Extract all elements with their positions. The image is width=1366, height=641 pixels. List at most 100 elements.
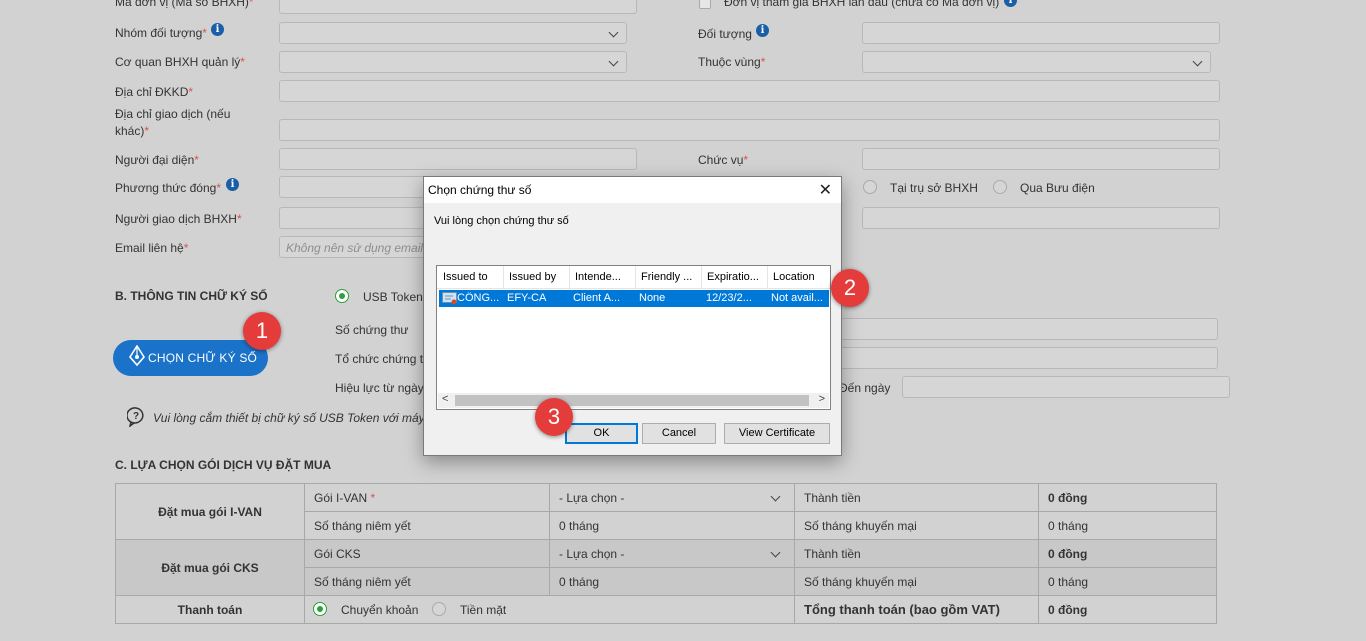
scroll-right-icon[interactable]: > [819,393,825,405]
cks-khuyen-mai-value: 0 tháng [1038,567,1217,596]
ivan-thanh-tien-value: 0 đồng [1038,483,1217,512]
table-row: Thanh toán Chuyển khoản Tiền mặt Tổng th… [115,595,1217,624]
ivan-khuyen-mai-value: 0 tháng [1038,511,1217,540]
tai-tru-so-label: Tại trụ sở BHXH [890,181,978,195]
cancel-button[interactable]: Cancel [642,423,716,444]
services-table: Đặt mua gói I-VAN Gói I-VAN * - Lựa chọn… [115,483,1217,624]
col-expiration[interactable]: Expiratio... [707,271,765,283]
close-icon[interactable]: ✕ [819,180,832,200]
info-icon[interactable]: i [1004,0,1017,7]
certificate-list-header: Issued to Issued by Intende... Friendly … [437,266,830,289]
phuong-thuc-info-icon[interactable]: i [226,178,239,191]
payment-method-cell: Chuyển khoản Tiền mặt [304,595,795,624]
phuong-thuc-input[interactable] [279,176,429,198]
doi-tuong-input[interactable] [862,22,1220,44]
cell-intended: Client A... [573,292,621,304]
nguoi-gd-input[interactable] [279,207,429,229]
co-quan-label: Cơ quan BHXH quản lý* [115,55,245,69]
phuong-thuc-label: Phương thức đóng* [115,181,222,195]
co-quan-select[interactable] [279,51,627,73]
ivan-thanh-tien-label: Thành tiền [794,483,1039,512]
pen-nib-icon [129,345,145,367]
chuyen-khoan-label: Chuyển khoản [341,603,419,617]
table-row: Đặt mua gói CKS Gói CKS - Lựa chọn - Thà… [115,539,1217,596]
cks-khuyen-mai-label: Số tháng khuyến mại [794,567,1039,596]
certificate-dialog: Chọn chứng thư số ✕ Vui lòng chọn chứng … [423,176,842,456]
first-time-label: Đơn vị tham gia BHXH lần đầu (chưa có Mã… [724,0,1000,9]
doi-tuong-label: Đối tượng [698,27,752,41]
scroll-left-icon[interactable]: < [442,393,448,405]
certificate-row[interactable]: CÔNG... EFY-CA Client A... None 12/23/2.… [439,290,829,307]
cks-thanh-tien-label: Thành tiền [794,539,1039,568]
certificate-list[interactable]: Issued to Issued by Intende... Friendly … [436,265,831,410]
col-issued-to[interactable]: Issued to [443,271,501,283]
dia-chi-gd-input[interactable] [279,119,1220,141]
den-ngay-input[interactable] [902,376,1230,398]
chuyen-khoan-radio[interactable] [313,602,327,616]
ivan-package-label: Gói I-VAN * [304,483,550,512]
to-chuc-label: Tổ chức chứng t [335,352,424,366]
tien-mat-radio[interactable] [432,602,446,616]
cks-package-label: Gói CKS [304,539,550,568]
chuc-vu-input[interactable] [862,148,1220,170]
chevron-down-icon [770,547,781,557]
doi-tuong-info-icon[interactable]: i [756,24,769,37]
dialog-message: Vui lòng chọn chứng thư số [434,215,569,227]
cks-niem-yet-label: Số tháng niêm yết [304,567,550,596]
ivan-niem-yet-value: 0 tháng [549,511,795,540]
to-chuc-input[interactable] [820,347,1218,369]
usb-token-label: USB Token [363,290,423,304]
thuoc-vung-label: Thuộc vùng* [698,55,766,69]
dia-chi-gd-label-1: Địa chỉ giao dịch (nếu [115,107,231,121]
tong-thanh-toan-label: Tổng thanh toán (bao gồm VAT) [794,595,1039,624]
ma-don-vi-input[interactable] [279,0,637,14]
cks-group-label: Đặt mua gói CKS [115,539,305,596]
thuoc-vung-select[interactable] [862,51,1211,73]
hieu-luc-label: Hiệu lực từ ngày [335,381,424,395]
col-intended[interactable]: Intende... [575,271,633,283]
usb-hint-text: Vui lòng cắm thiết bị chữ ký số USB Toke… [153,411,425,425]
ok-button[interactable]: OK [565,423,638,444]
qua-buu-dien-radio[interactable] [993,180,1007,194]
nhom-doi-tuong-info-icon[interactable]: i [211,23,224,36]
chevron-down-icon [770,491,781,501]
email-input[interactable]: Không nên sử dụng email [279,236,429,258]
col-friendly[interactable]: Friendly ... [641,271,699,283]
cell-issued-to: CÔNG... [457,292,500,304]
cell-location: Not avail... [771,292,823,304]
dia-chi-dkkd-label: Địa chỉ ĐKKD* [115,85,194,99]
step-badge-1: 1 [243,312,281,350]
ivan-package-select[interactable]: - Lựa chọn - [549,483,795,512]
dia-chi-dkkd-input[interactable] [279,80,1220,102]
first-time-checkbox[interactable] [699,0,711,9]
help-icon: ? [127,407,144,427]
col-issued-by[interactable]: Issued by [509,271,567,283]
ivan-group-label: Đặt mua gói I-VAN [115,483,305,540]
so-chung-thu-input[interactable] [820,318,1218,340]
dialog-titlebar: Chọn chứng thư số ✕ [424,177,841,203]
step-badge-2: 2 [831,269,869,307]
horizontal-scrollbar[interactable]: < > [438,393,829,408]
qua-buu-dien-label: Qua Bưu điện [1020,181,1095,195]
signature-section-title: B. THÔNG TIN CHỮ KÝ SỐ [115,289,268,303]
cell-friendly: None [639,292,666,304]
tai-tru-so-radio[interactable] [863,180,877,194]
step-badge-3: 3 [535,398,573,436]
usb-token-radio[interactable] [335,289,349,303]
choose-signature-button[interactable]: CHỌN CHỮ KÝ SỐ [113,340,268,376]
nguoi-dai-dien-input[interactable] [279,148,637,170]
tong-thanh-toan-value: 0 đồng [1038,595,1217,624]
nhom-doi-tuong-select[interactable] [279,22,627,44]
view-certificate-button[interactable]: View Certificate [724,423,830,444]
col-location[interactable]: Location [773,271,831,283]
cell-expiration: 12/23/2... [706,292,752,304]
cks-package-select[interactable]: - Lựa chọn - [549,539,795,568]
den-ngay-label: Đến ngày [839,381,891,395]
choose-signature-label: CHỌN CHỮ KÝ SỐ [148,351,258,365]
cell-issued-by: EFY-CA [507,292,547,304]
scrollbar-thumb[interactable] [455,395,809,406]
nhom-doi-tuong-label: Nhóm đối tượng* [115,26,207,40]
thanh-toan-label: Thanh toán [115,595,305,624]
dialog-title: Chọn chứng thư số [428,183,532,197]
nguoi-gd-extra-input[interactable] [862,207,1220,229]
